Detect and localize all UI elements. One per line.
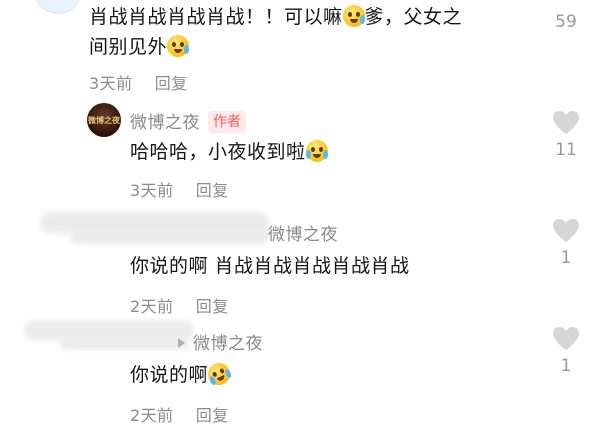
comment-text: 你说的啊 肖战肖战肖战肖战肖战 bbox=[130, 255, 410, 277]
comment-item: 微博之夜 作者 哈哈哈，小夜收到啦 3天前 回复 bbox=[130, 108, 530, 201]
comment-item: 微博之夜 你说的啊 2天前 回复 bbox=[130, 329, 550, 426]
comment-text: 哈哈哈，小夜收到啦 bbox=[130, 137, 530, 167]
crying-laughing-emoji-icon bbox=[305, 140, 328, 162]
reply-button[interactable]: 回复 bbox=[155, 74, 188, 93]
comment-time: 3天前 bbox=[89, 74, 133, 93]
like-count: 59 bbox=[555, 12, 577, 32]
avatar[interactable] bbox=[34, 0, 82, 14]
comment-item: 肖战肖战肖战肖战！！可以嘛 爹，父女之 间别见外 3天前 回复 bbox=[89, 2, 549, 94]
comment-text-segment: 间别见外 bbox=[89, 36, 168, 58]
comment-header: 微博之夜 bbox=[130, 329, 550, 354]
comment-meta: 2天前 回复 bbox=[130, 293, 550, 317]
author-avatar[interactable]: 微博之夜 bbox=[87, 103, 121, 137]
author-badge: 作者 bbox=[208, 111, 246, 133]
reply-button[interactable]: 回复 bbox=[196, 181, 229, 200]
comment-header: 微博之夜 作者 bbox=[130, 108, 530, 133]
like-count: 1 bbox=[560, 356, 572, 376]
heart-icon[interactable] bbox=[552, 218, 580, 244]
comment-meta: 2天前 回复 bbox=[130, 402, 550, 426]
pleading-emoji-icon bbox=[342, 5, 365, 27]
reply-button[interactable]: 回复 bbox=[196, 297, 229, 316]
avatar-logo-text: 微博之夜 bbox=[88, 115, 120, 125]
comment-text-segment: 肖战肖战肖战肖战！！可以嘛 bbox=[89, 6, 343, 28]
heart-icon[interactable] bbox=[552, 110, 580, 136]
rolling-laughing-emoji-icon bbox=[204, 359, 234, 389]
like-count: 11 bbox=[555, 140, 577, 160]
comment-time: 2天前 bbox=[130, 297, 174, 316]
like-count: 1 bbox=[560, 248, 572, 268]
comment-meta: 3天前 回复 bbox=[89, 70, 549, 94]
comment-item: 微博之夜 你说的啊 肖战肖战肖战肖战肖战 2天前 回复 bbox=[130, 220, 550, 317]
comment-text-segment: 你说的啊 bbox=[130, 364, 209, 386]
reply-to-name[interactable]: 微博之夜 bbox=[193, 334, 263, 354]
reply-arrow-icon bbox=[178, 338, 185, 348]
comment-time: 3天前 bbox=[130, 181, 174, 200]
heart-icon[interactable] bbox=[552, 326, 580, 352]
pleading-emoji-icon bbox=[167, 35, 190, 57]
comment-meta: 3天前 回复 bbox=[130, 177, 530, 201]
comment-text: 肖战肖战肖战肖战！！可以嘛 爹，父女之 间别见外 bbox=[89, 2, 549, 62]
reply-button[interactable]: 回复 bbox=[196, 406, 229, 425]
author-name[interactable]: 微博之夜 bbox=[130, 113, 200, 133]
comment-header: 微博之夜 bbox=[130, 220, 550, 245]
comment-text-segment: 爹，父女之 bbox=[364, 6, 463, 28]
comment-text-segment: 哈哈哈，小夜收到啦 bbox=[130, 141, 306, 163]
comment-text: 你说的啊 bbox=[130, 359, 550, 390]
comment-time: 2天前 bbox=[130, 406, 174, 425]
reply-to-name[interactable]: 微博之夜 bbox=[268, 225, 338, 245]
